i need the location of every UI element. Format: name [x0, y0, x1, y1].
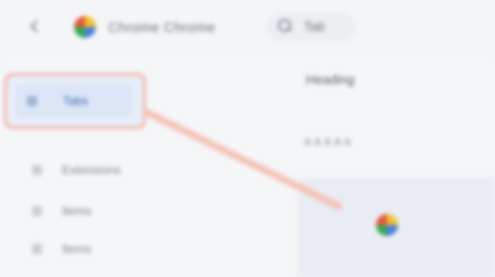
page-title: Heading: [306, 72, 355, 87]
tab-label: Tab: [304, 19, 325, 34]
sidebar-item-tabs[interactable]: Tabs: [4, 73, 146, 129]
app-name: Chrome Chrome: [108, 19, 216, 35]
sidebar-item-label: Extensions: [62, 163, 121, 177]
chrome-logo-icon: [376, 214, 398, 236]
chrome-logo-icon: [74, 16, 96, 38]
item-icon: [32, 206, 42, 216]
sidebar-item-label: Tabs: [63, 94, 89, 108]
active-item-fill: Tabs: [15, 84, 133, 118]
sidebar-item-label: Items: [62, 242, 92, 256]
sidebar-item-items-2[interactable]: Items: [0, 234, 160, 264]
item-icon: [32, 244, 42, 254]
search-icon: [278, 19, 292, 33]
sidebar-item-label: Items: [62, 204, 92, 218]
sidebar-item-extensions[interactable]: Extensions: [0, 155, 160, 185]
tabs-icon: [27, 96, 37, 106]
chevron-left-icon[interactable]: [28, 20, 42, 34]
sidebar-item-items-1[interactable]: Items: [0, 196, 160, 226]
page-subtitle: a a a a a: [304, 134, 351, 148]
top-bar: Chrome Chrome Tab: [0, 0, 495, 58]
extensions-icon: [32, 165, 42, 175]
